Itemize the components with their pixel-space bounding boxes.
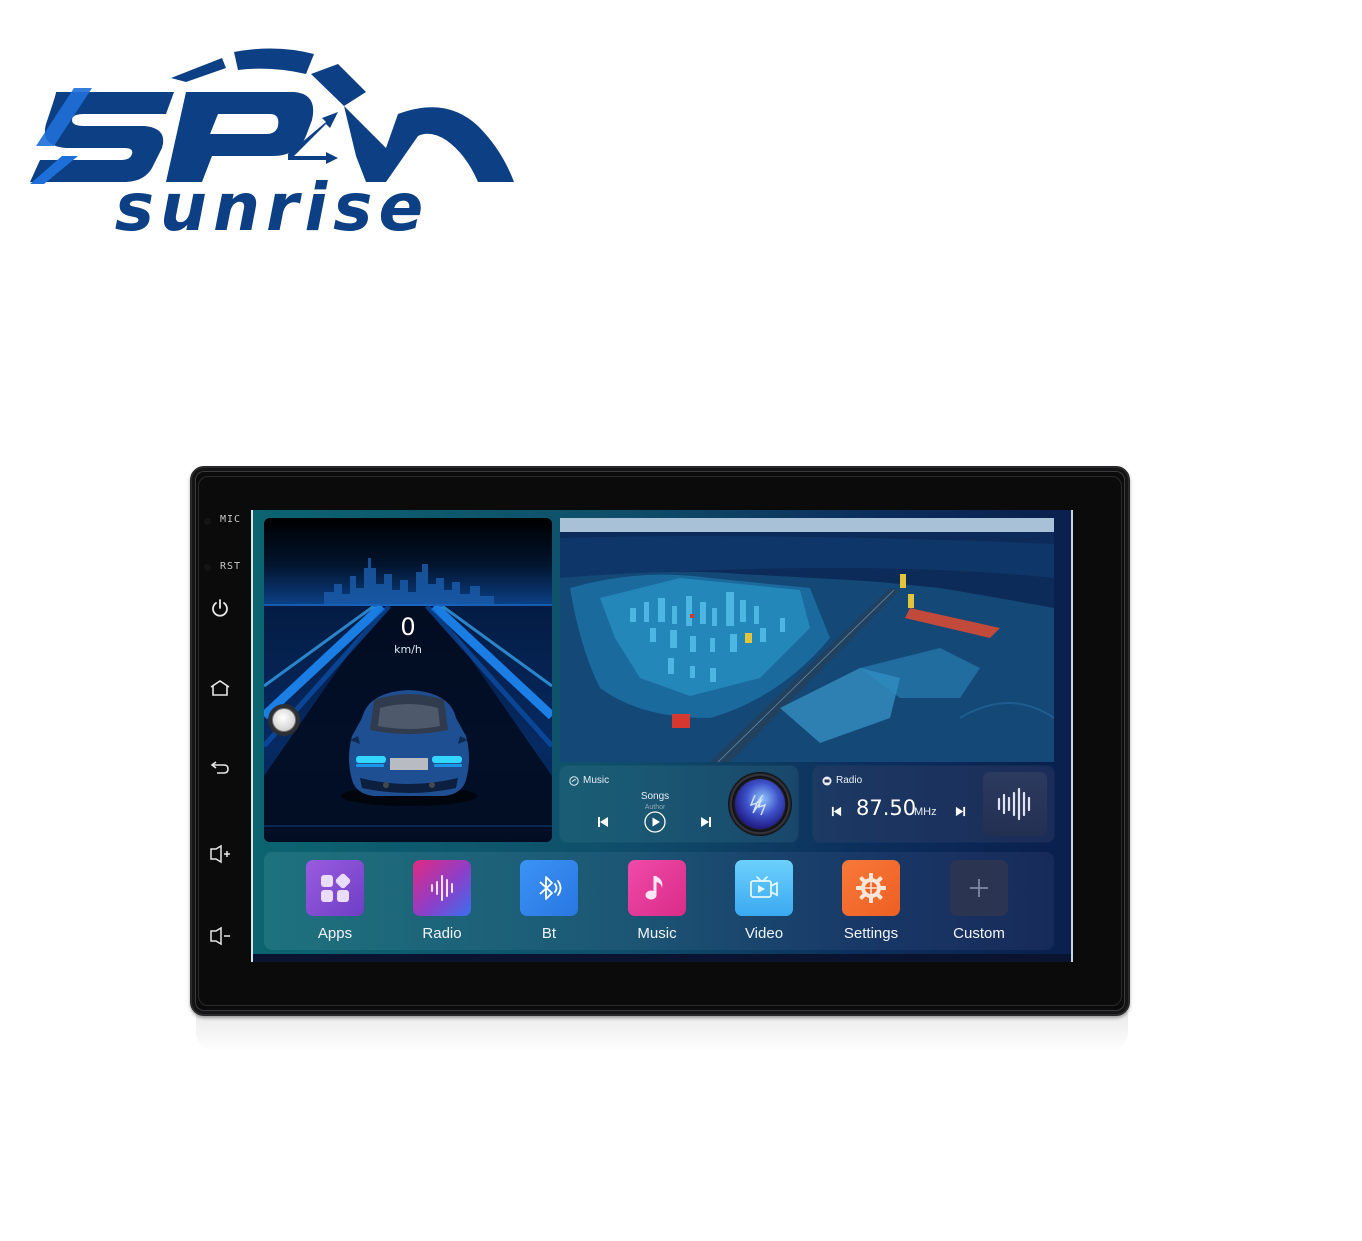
radio-widget[interactable]: Radio 87.50 MHz bbox=[813, 766, 1054, 842]
device-reflection bbox=[196, 1012, 1128, 1052]
back-button[interactable] bbox=[206, 756, 234, 780]
reset-hole[interactable] bbox=[204, 564, 211, 571]
dock-label: Custom bbox=[953, 925, 1005, 942]
assistive-touch-button[interactable] bbox=[268, 704, 300, 736]
dock-label: Apps bbox=[317, 925, 353, 942]
radio-next-button[interactable] bbox=[955, 806, 966, 817]
music-tile bbox=[628, 860, 686, 916]
speed-widget[interactable]: 0 km/h bbox=[264, 518, 552, 842]
plus-icon bbox=[970, 879, 988, 897]
mic-label: MIC bbox=[220, 514, 242, 525]
dock-item-video[interactable]: Video bbox=[719, 860, 809, 946]
back-icon bbox=[210, 761, 229, 774]
custom-tile bbox=[950, 860, 1008, 916]
speed-unit: km/h bbox=[394, 643, 422, 656]
apps-icon bbox=[321, 873, 351, 902]
music-widget-title: Music bbox=[569, 775, 609, 786]
sound-wave-icon bbox=[997, 787, 1031, 821]
music-previous-button[interactable] bbox=[597, 816, 609, 828]
skip-previous-icon bbox=[598, 817, 608, 827]
radio-frequency: 87.50 bbox=[856, 796, 917, 820]
reset-label: RST bbox=[220, 561, 242, 572]
radio-icon bbox=[822, 776, 832, 785]
home-icon bbox=[210, 680, 230, 696]
home-button[interactable] bbox=[206, 676, 234, 700]
radio-title-label: Radio bbox=[836, 775, 863, 786]
music-note-icon bbox=[645, 876, 663, 900]
dock-item-music[interactable]: Music bbox=[612, 860, 702, 946]
music-widget[interactable]: Music Songs Author bbox=[560, 766, 798, 842]
gear-icon bbox=[856, 873, 886, 903]
side-control-panel: MIC RST bbox=[192, 498, 250, 988]
power-button[interactable] bbox=[206, 596, 234, 620]
video-tile bbox=[735, 860, 793, 916]
bluetooth-icon bbox=[539, 876, 562, 900]
music-play-button[interactable] bbox=[644, 811, 666, 833]
touch-screen: 0 km/h Music Songs Author Radio 87.50 MH… bbox=[251, 510, 1073, 962]
navigation-map-widget[interactable] bbox=[560, 518, 1054, 762]
assistive-touch-icon bbox=[272, 708, 296, 732]
dock-label: Settings bbox=[843, 925, 899, 942]
3d-city-map bbox=[560, 518, 1054, 762]
skip-previous-icon bbox=[831, 806, 842, 817]
radio-tile bbox=[413, 860, 471, 916]
screen-bottom-edge bbox=[253, 954, 1071, 962]
volume-down-button[interactable] bbox=[206, 924, 234, 948]
radio-frequency-unit: MHz bbox=[914, 806, 937, 818]
dock-item-custom[interactable]: Custom bbox=[934, 860, 1024, 946]
apps-tile bbox=[306, 860, 364, 916]
radio-widget-title: Radio bbox=[822, 775, 862, 786]
radio-previous-button[interactable] bbox=[831, 806, 842, 817]
logo-wordmark: sunrise bbox=[115, 169, 429, 236]
city-skyline-icon bbox=[324, 558, 494, 604]
dock-item-apps[interactable]: Apps bbox=[290, 860, 380, 946]
brand-logo: sunrise bbox=[26, 44, 518, 246]
music-title-label: Music bbox=[583, 775, 610, 786]
album-art[interactable] bbox=[728, 772, 792, 836]
dock-label: Radio bbox=[422, 925, 462, 942]
dock-item-radio[interactable]: Radio bbox=[397, 860, 487, 946]
power-icon bbox=[212, 599, 228, 617]
volume-up-button[interactable] bbox=[206, 842, 234, 866]
skip-next-icon bbox=[701, 817, 711, 827]
music-disc-icon bbox=[569, 775, 579, 786]
volume-down-icon bbox=[210, 926, 230, 946]
dock-item-settings[interactable]: Settings bbox=[826, 860, 916, 946]
skip-next-icon bbox=[955, 806, 966, 817]
speed-value: 0 bbox=[400, 613, 416, 641]
radio-wave-icon bbox=[431, 875, 453, 901]
video-camera-icon bbox=[750, 876, 778, 898]
bt-tile bbox=[520, 860, 578, 916]
settings-tile bbox=[842, 860, 900, 916]
song-title: Songs bbox=[640, 791, 670, 802]
spm-sunrise-logo: sunrise bbox=[30, 48, 514, 246]
play-icon bbox=[644, 811, 666, 833]
dock-label: Bt bbox=[541, 925, 557, 942]
car-icon bbox=[341, 690, 477, 806]
radio-waveform bbox=[983, 772, 1047, 836]
dock-label: Video bbox=[744, 925, 784, 942]
volume-up-icon bbox=[210, 844, 230, 864]
app-dock: Apps Radio Bt Music Video Settings Custo… bbox=[264, 852, 1054, 950]
album-cover bbox=[735, 779, 785, 829]
dock-label: Music bbox=[637, 925, 677, 942]
car-head-unit: MIC RST 0 km/h Music Songs Author Radio … bbox=[190, 466, 1130, 1016]
song-author: Author bbox=[644, 804, 666, 811]
mic-hole bbox=[204, 518, 211, 525]
album-logo-icon bbox=[749, 794, 767, 816]
dock-item-bt[interactable]: Bt bbox=[504, 860, 594, 946]
music-next-button[interactable] bbox=[700, 816, 712, 828]
